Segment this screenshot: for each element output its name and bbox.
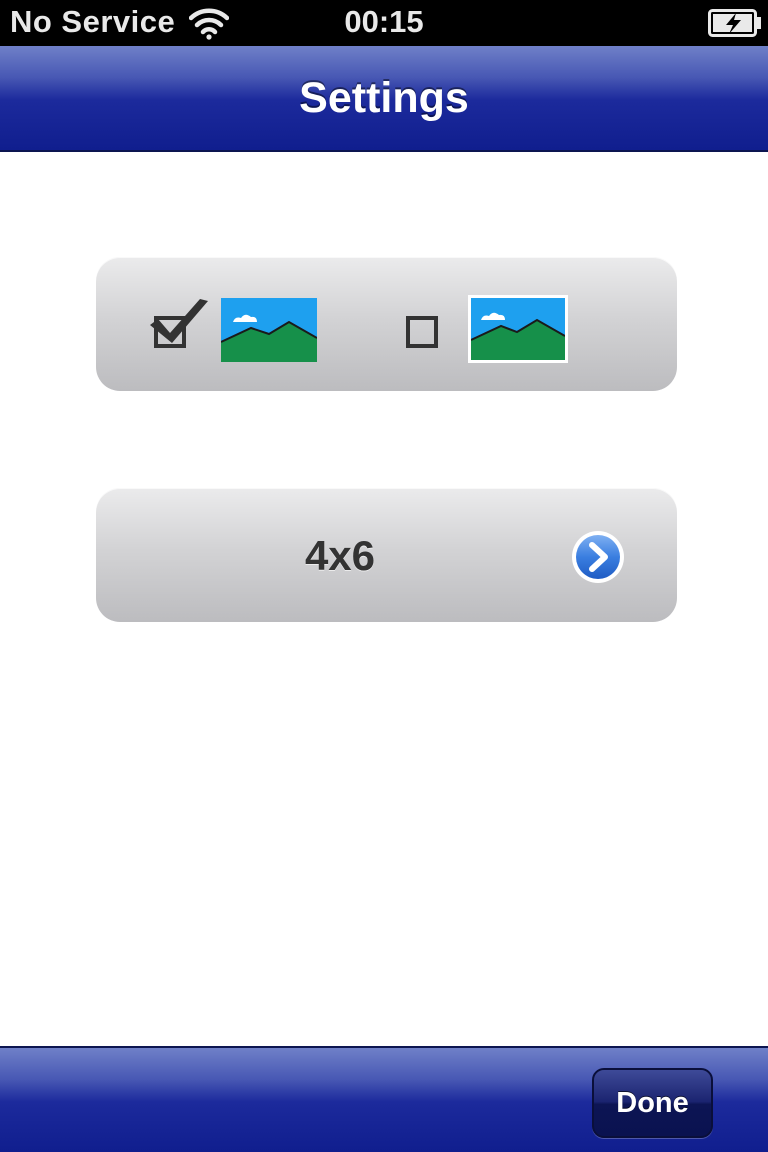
landscape-thumbnail-icon[interactable]	[221, 298, 317, 362]
print-size-label: 4x6	[304, 532, 376, 579]
clock-time: 00:15	[344, 4, 424, 39]
bottom-toolbar: Done	[0, 1046, 768, 1152]
landscape-thumbnail-bordered-icon[interactable]	[468, 295, 568, 363]
chevron-right-circle-icon[interactable]	[570, 529, 626, 585]
battery-charging-icon	[708, 9, 762, 37]
bordered-option-checkbox[interactable]	[406, 316, 438, 348]
checkmark-icon	[148, 295, 210, 349]
orientation-options-panel	[96, 257, 677, 391]
settings-screen: No Service 00:15 Settings 4x6 Done	[0, 0, 768, 1152]
status-bar: No Service 00:15	[0, 0, 768, 46]
print-size-row[interactable]: 4x6	[96, 488, 677, 622]
page-title: Settings	[299, 74, 469, 122]
navigation-bar: Settings	[0, 46, 768, 152]
done-button[interactable]: Done	[592, 1068, 713, 1138]
